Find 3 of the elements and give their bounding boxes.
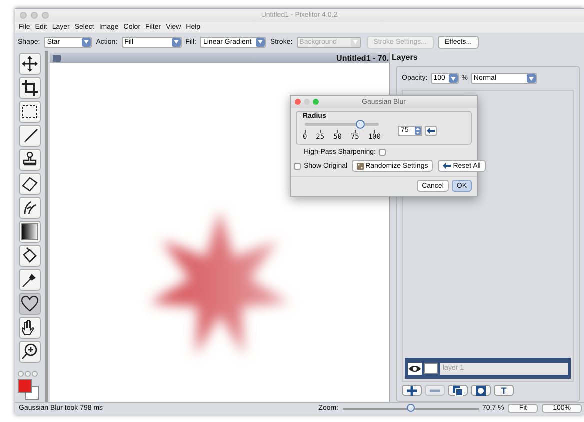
canvas-title: Untitled1 - 70. [336,54,389,62]
panel-title: Layers [392,53,419,62]
text-layer-button[interactable]: T [494,385,514,396]
